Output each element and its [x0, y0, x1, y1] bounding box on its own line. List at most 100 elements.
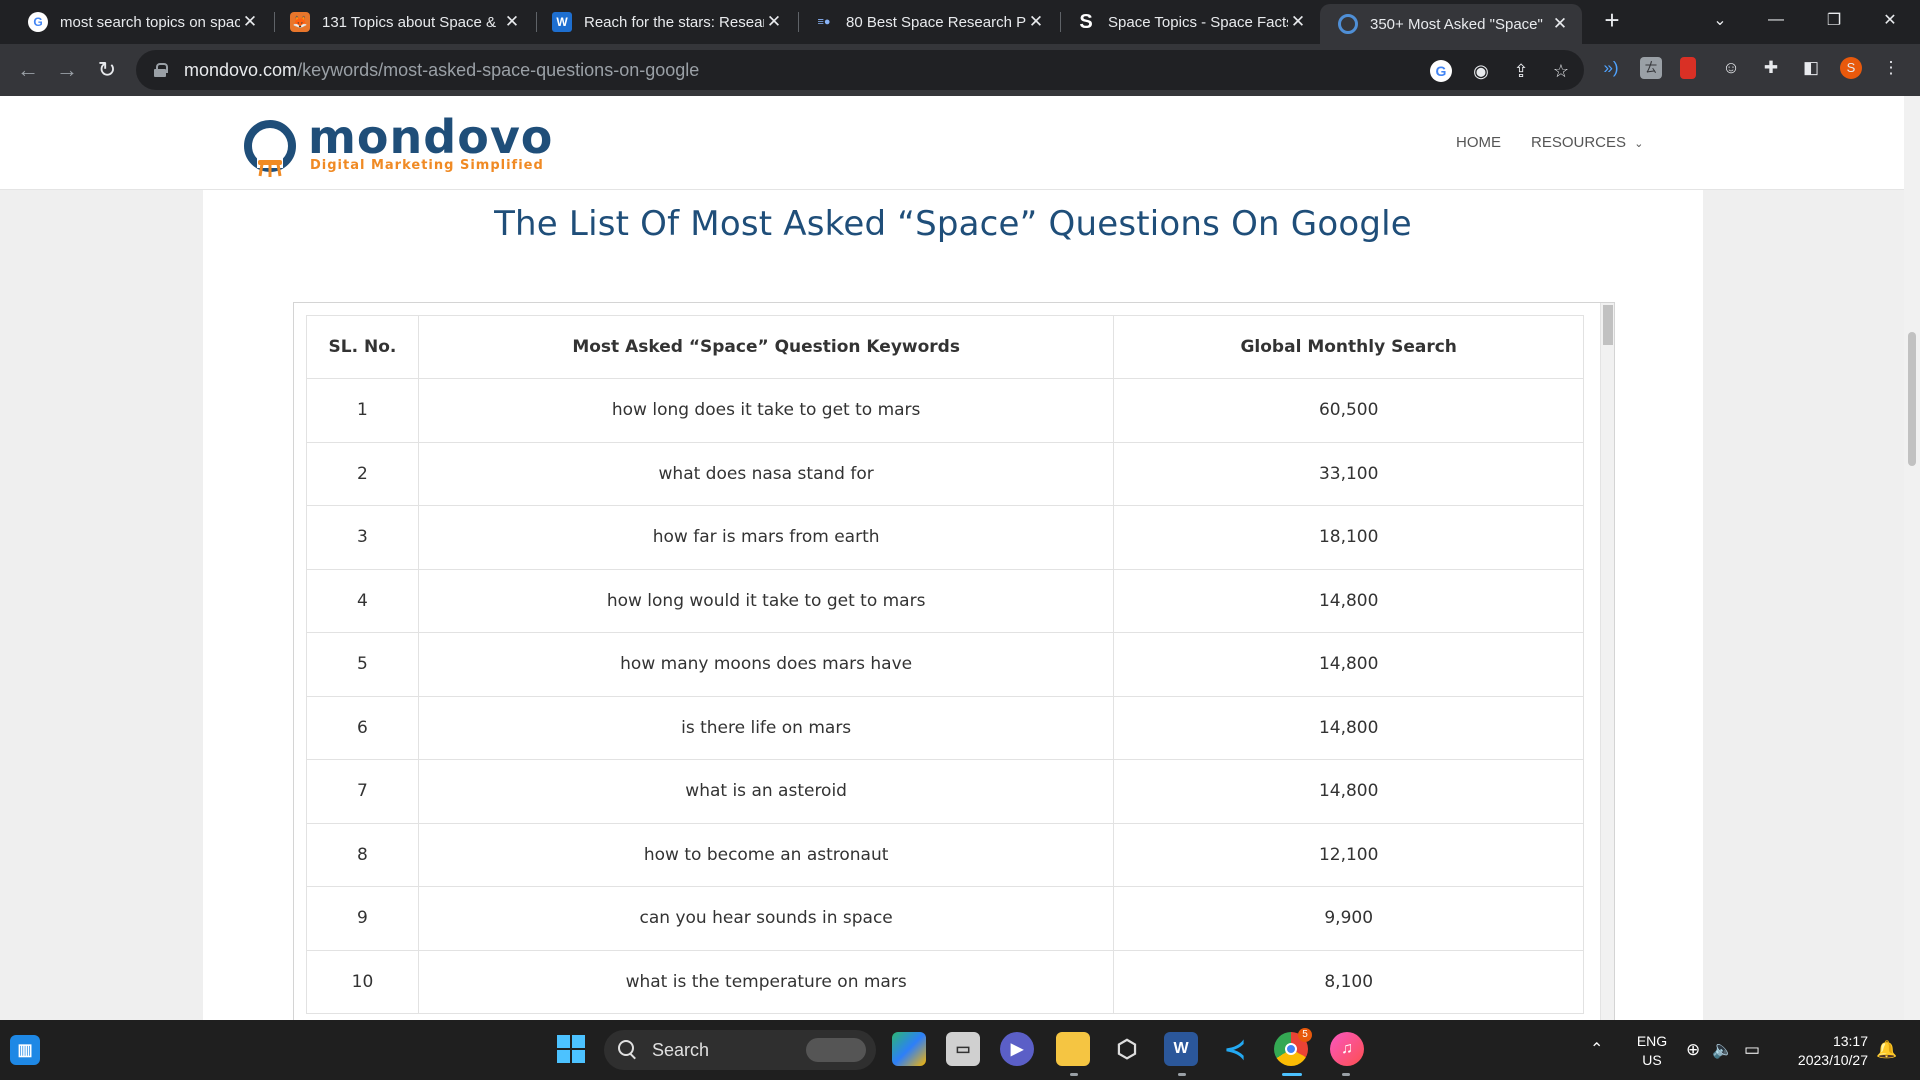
browser-tab[interactable]: W Reach for the stars: Resear ✕: [534, 4, 796, 40]
chrome-notification-badge: 5: [1298, 1028, 1312, 1042]
volume-icon[interactable]: 🔈: [1712, 1040, 1733, 1059]
logo-wordmark: mondovo: [308, 110, 554, 164]
copilot-icon[interactable]: [892, 1032, 926, 1066]
extension-translate-icon[interactable]: ㄊ: [1640, 57, 1662, 79]
keyword-cell: how many moons does mars have: [417, 632, 1115, 697]
browser-tab-active[interactable]: 350+ Most Asked "Space" ✕: [1320, 4, 1582, 44]
word-icon[interactable]: W: [1164, 1032, 1198, 1066]
table-row: 8 how to become an astronaut 12,100: [306, 822, 1584, 887]
teams-chat-icon[interactable]: ▶: [1000, 1032, 1034, 1066]
close-tab-icon[interactable]: ✕: [240, 12, 260, 32]
network-icon[interactable]: ⊕: [1686, 1040, 1700, 1059]
search-volume-cell: 12,100: [1113, 822, 1584, 887]
task-view-icon[interactable]: ▭: [946, 1032, 980, 1066]
nav-resources-link[interactable]: RESOURCES ⌄: [1531, 134, 1643, 151]
serial-cell: 3: [306, 505, 419, 570]
clock-date: 2023/10/27: [1797, 1052, 1868, 1068]
widgets-icon[interactable]: ▥: [10, 1035, 40, 1065]
extensions-puzzle-icon[interactable]: ✚: [1760, 57, 1782, 79]
browser-tab[interactable]: G most search topics on spac ✕: [10, 4, 272, 40]
search-highlight-icon: [806, 1038, 866, 1062]
wordpress-icon: W: [552, 12, 572, 32]
clock[interactable]: 13:17 2023/10/27: [1784, 1032, 1868, 1070]
search-volume-cell: 14,800: [1113, 632, 1584, 697]
eye-off-icon[interactable]: ◉: [1470, 60, 1492, 82]
page-scrollbar-thumb[interactable]: [1908, 332, 1916, 466]
browser-tab[interactable]: 🦊 131 Topics about Space & ✕: [272, 4, 534, 40]
notification-bell-icon[interactable]: 🔔: [1876, 1040, 1897, 1059]
close-tab-icon[interactable]: ✕: [1288, 12, 1308, 32]
nav-home-link[interactable]: HOME: [1456, 134, 1501, 151]
running-indicator: [1342, 1073, 1350, 1076]
page-scrollbar[interactable]: [1904, 96, 1920, 1020]
table-row: 3 how far is mars from earth 18,100: [306, 505, 1584, 570]
serial-cell: 4: [306, 568, 419, 633]
vscode-icon[interactable]: ≺: [1218, 1032, 1252, 1066]
keyword-cell: can you hear sounds in space: [417, 886, 1115, 951]
google-lens-icon[interactable]: G: [1430, 60, 1452, 82]
address-bar[interactable]: mondovo.com/keywords/most-asked-space-qu…: [136, 50, 1584, 90]
browser-menu-icon[interactable]: ⋮: [1880, 57, 1902, 79]
browser-tab[interactable]: ≡● 80 Best Space Research Pa ✕: [796, 4, 1058, 40]
table-scrollbar-thumb[interactable]: [1603, 305, 1613, 345]
lock-icon: [154, 63, 168, 77]
music-app-icon[interactable]: ♫: [1330, 1032, 1364, 1066]
keywords-table-container: SL. No. Most Asked “Space” Question Keyw…: [293, 302, 1615, 1032]
search-volume-cell: 8,100: [1113, 949, 1584, 1014]
close-tab-icon[interactable]: ✕: [764, 12, 784, 32]
keyword-cell: how far is mars from earth: [417, 505, 1115, 570]
search-volume-cell: 60,500: [1113, 378, 1584, 443]
serial-cell: 9: [306, 886, 419, 951]
browser-tab-strip: G most search topics on spac ✕ 🦊 131 Top…: [0, 0, 1920, 44]
restore-button[interactable]: ❐: [1806, 0, 1862, 40]
site-header: mondovo Digital Marketing Simplified HOM…: [0, 96, 1904, 190]
column-header: Most Asked “Space” Question Keywords: [417, 315, 1115, 379]
extension-mask-icon[interactable]: ☺: [1720, 57, 1742, 79]
extension-audio-icon[interactable]: »): [1600, 57, 1622, 79]
content-card: The List Of Most Asked “Space” Questions…: [203, 190, 1703, 1032]
browser-tab[interactable]: S Space Topics - Space Facts ✕: [1058, 4, 1320, 40]
site-logo[interactable]: mondovo Digital Marketing Simplified: [240, 110, 552, 177]
side-panel-icon[interactable]: ◧: [1800, 57, 1822, 79]
close-tab-icon[interactable]: ✕: [1026, 12, 1046, 32]
table-row: 5 how many moons does mars have 14,800: [306, 632, 1584, 697]
minimize-button[interactable]: —: [1748, 0, 1804, 40]
table-row: 2 what does nasa stand for 33,100: [306, 441, 1584, 506]
search-volume-cell: 18,100: [1113, 505, 1584, 570]
table-row: 1 how long does it take to get to mars 6…: [306, 378, 1584, 443]
back-button[interactable]: ←: [14, 56, 42, 84]
table-header-row: SL. No. Most Asked “Space” Question Keyw…: [306, 315, 1584, 379]
chrome-center-icon: [1285, 1043, 1297, 1055]
language-code: ENG: [1636, 1033, 1668, 1049]
search-volume-cell: 33,100: [1113, 441, 1584, 506]
tab-title: most search topics on spac: [60, 13, 240, 31]
taskbar-search-label: Search: [652, 1039, 710, 1060]
profile-avatar[interactable]: S: [1840, 57, 1862, 79]
package-icon[interactable]: ⬡: [1110, 1032, 1144, 1066]
keyword-cell: what does nasa stand for: [417, 441, 1115, 506]
battery-icon[interactable]: ▭: [1744, 1040, 1760, 1059]
start-windows-icon[interactable]: [554, 1032, 588, 1066]
close-window-button[interactable]: ✕: [1862, 0, 1918, 40]
serial-cell: 8: [306, 822, 419, 887]
extension-red-icon[interactable]: [1680, 57, 1696, 79]
taskbar-search[interactable]: Search: [604, 1030, 876, 1070]
new-tab-button[interactable]: +: [1598, 6, 1626, 34]
language-indicator[interactable]: ENG US: [1634, 1032, 1670, 1070]
close-tab-icon[interactable]: ✕: [502, 12, 522, 32]
share-icon[interactable]: ⇪: [1510, 60, 1532, 82]
bookmark-star-icon[interactable]: ☆: [1550, 60, 1572, 82]
file-explorer-icon[interactable]: [1056, 1032, 1090, 1066]
forward-button[interactable]: →: [53, 56, 81, 84]
serial-cell: 10: [306, 949, 419, 1014]
close-tab-icon[interactable]: ✕: [1550, 14, 1570, 34]
table-row: 10 what is the temperature on mars 8,100: [306, 949, 1584, 1014]
tab-search-icon[interactable]: ⌄: [1692, 0, 1748, 40]
reload-button[interactable]: ↻: [93, 56, 121, 84]
table-row: 6 is there life on mars 14,800: [306, 695, 1584, 760]
tray-overflow-chevron-icon[interactable]: ⌃: [1590, 1040, 1603, 1059]
table-scrollbar[interactable]: [1600, 303, 1614, 1031]
running-indicator: [1178, 1073, 1186, 1076]
serial-cell: 2: [306, 441, 419, 506]
tab-title: 131 Topics about Space &: [322, 13, 497, 31]
